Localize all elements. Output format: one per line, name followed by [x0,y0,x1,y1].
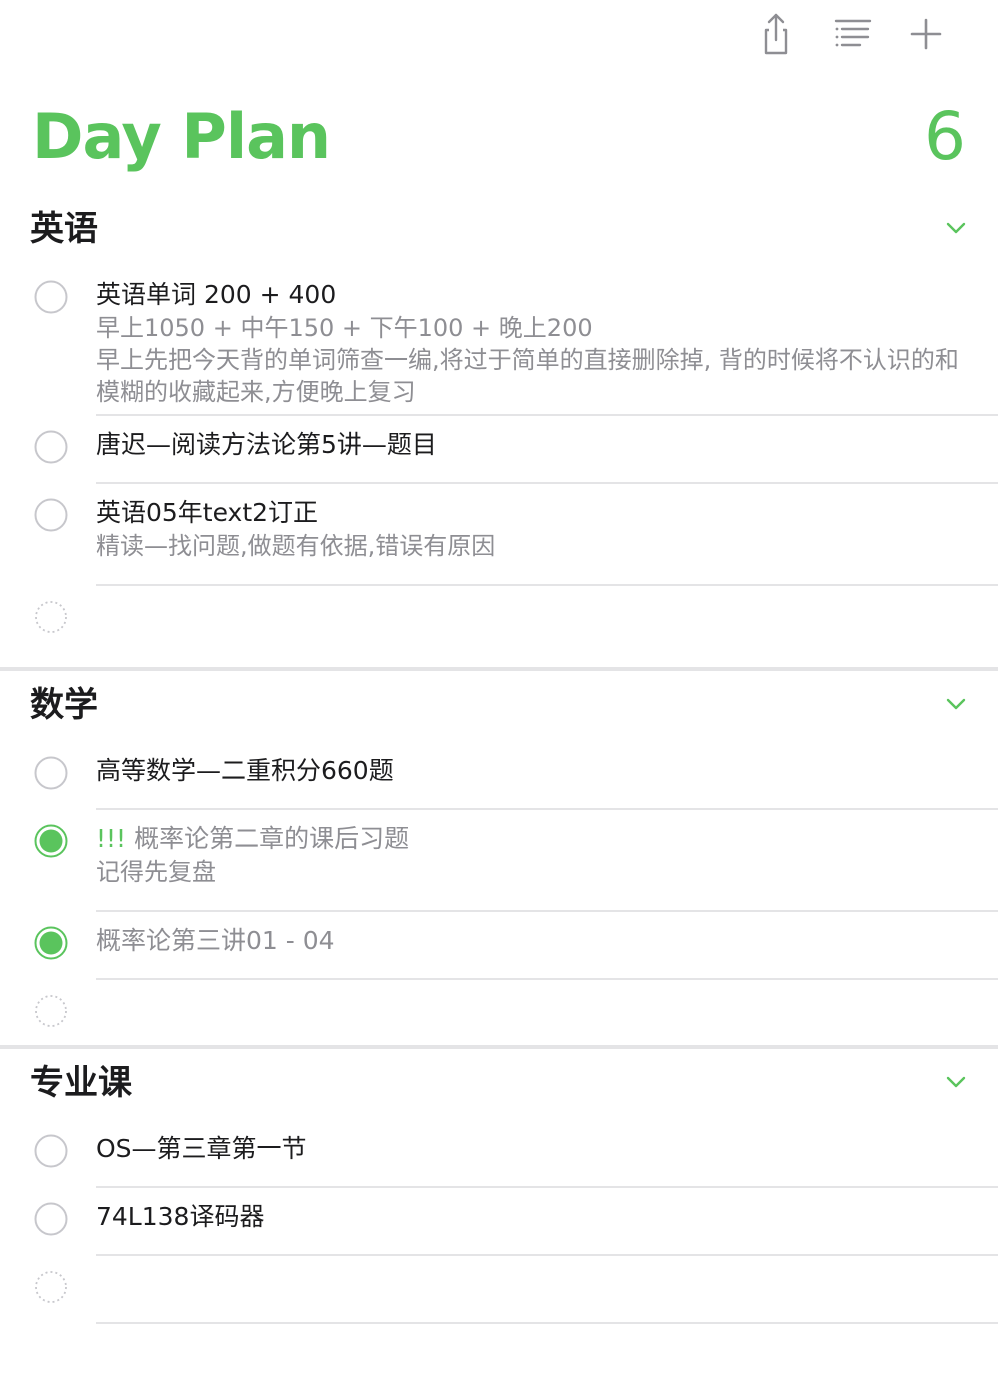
toolbar [738,0,998,70]
reminder-title[interactable]: 概率论第三讲01 - 04 [96,924,968,958]
checkbox-circle[interactable] [34,756,68,790]
chevron-down-icon[interactable] [944,692,968,716]
chevron-down-icon[interactable] [944,1070,968,1094]
reminder-item[interactable]: 高等数学—二重积分660题 [0,742,998,810]
reminder-item[interactable]: 74L138译码器 [0,1188,998,1256]
reminder-title[interactable]: 74L138译码器 [96,1200,968,1234]
list-title: Day Plan [32,100,331,173]
reminder-item[interactable]: OS—第三章第一节 [0,1120,998,1188]
list-icon[interactable] [830,12,874,56]
section-major-course: 专业课 OS—第三章第一节 74L138译码器 [0,1054,998,1324]
reminder-content: OS—第三章第一节 [96,1120,998,1188]
reminder-item[interactable]: 概率论第三讲01 - 04 [0,912,998,980]
reminder-content: 唐迟—阅读方法论第5讲—题目 [96,416,998,484]
checkbox-circle[interactable] [34,280,68,314]
section-header: 专业课 [0,1054,998,1112]
checkbox-circle[interactable] [34,1134,68,1168]
new-reminder-placeholder[interactable] [96,980,998,1048]
new-reminder-dashed-circle-icon[interactable] [34,600,68,634]
checkbox-checked-circle[interactable] [34,926,68,960]
reminder-item[interactable]: 英语05年text2订正 精读—找问题,做题有依据,错误有原因 [0,484,998,586]
reminder-title[interactable]: !!! 概率论第二章的课后习题 [96,822,968,856]
reminder-content: 74L138译码器 [96,1188,998,1256]
reminder-content: 英语单词 200 + 400 早上1050 + 中午150 + 下午100 + … [96,266,998,416]
reminder-note: 早上先把今天背的单词筛查一编,将过于简单的直接删除掉, 背的时候将不认识的和模糊… [96,346,959,406]
section-english: 英语 英语单词 200 + 400 早上1050 + 中午150 + 下午100… [0,200,998,654]
section-title: 专业课 [30,1063,132,1103]
reminder-title[interactable]: 英语05年text2订正 [96,496,968,530]
checkbox-circle[interactable] [34,1202,68,1236]
reminder-title[interactable]: 英语单词 200 + 400 [96,278,968,312]
checkbox-checked-circle[interactable] [34,824,68,858]
new-reminder-row[interactable] [0,980,998,1048]
new-reminder-row[interactable] [0,1256,998,1324]
section-title: 数学 [30,685,98,725]
reminder-content: 高等数学—二重积分660题 [96,742,998,810]
chevron-down-icon[interactable] [944,216,968,240]
reminder-item[interactable]: !!! 概率论第二章的课后习题 记得先复盘 [0,810,998,912]
share-icon[interactable] [754,12,798,56]
reminder-content: 英语05年text2订正 精读—找问题,做题有依据,错误有原因 [96,484,998,586]
section-divider [0,667,998,671]
checkbox-circle[interactable] [34,430,68,464]
reminder-title[interactable]: 高等数学—二重积分660题 [96,754,968,788]
reminder-note: 早上1050 + 中午150 + 下午100 + 晚上200 [96,314,593,342]
new-reminder-row[interactable] [0,586,998,654]
new-reminder-dashed-circle-icon[interactable] [34,1270,68,1304]
checkbox-circle[interactable] [34,498,68,532]
reminder-title[interactable]: 唐迟—阅读方法论第5讲—题目 [96,428,968,462]
new-reminder-placeholder[interactable] [96,586,998,654]
section-title: 英语 [30,209,98,249]
reminder-note: 记得先复盘 [96,858,216,886]
new-reminder-dashed-circle-icon[interactable] [34,994,68,1028]
section-header: 数学 [0,676,998,734]
reminder-item[interactable]: 唐迟—阅读方法论第5讲—题目 [0,416,998,484]
section-header: 英语 [0,200,998,258]
reminder-title[interactable]: OS—第三章第一节 [96,1132,968,1166]
reminder-content: !!! 概率论第二章的课后习题 记得先复盘 [96,810,998,912]
section-math: 数学 高等数学—二重积分660题 !!! 概率论第二章的课后习题 记得先复盘 概… [0,676,998,1048]
reminder-content: 概率论第三讲01 - 04 [96,912,998,980]
reminder-item[interactable]: 英语单词 200 + 400 早上1050 + 中午150 + 下午100 + … [0,266,998,416]
priority-marker: !!! [96,824,127,853]
plus-icon[interactable] [904,12,948,56]
reminder-note: 精读—找问题,做题有依据,错误有原因 [96,532,496,560]
new-reminder-placeholder[interactable] [96,1256,998,1324]
reminder-title-text: 概率论第二章的课后习题 [134,824,410,853]
reminder-count: 6 [924,98,966,175]
section-divider [0,1045,998,1049]
